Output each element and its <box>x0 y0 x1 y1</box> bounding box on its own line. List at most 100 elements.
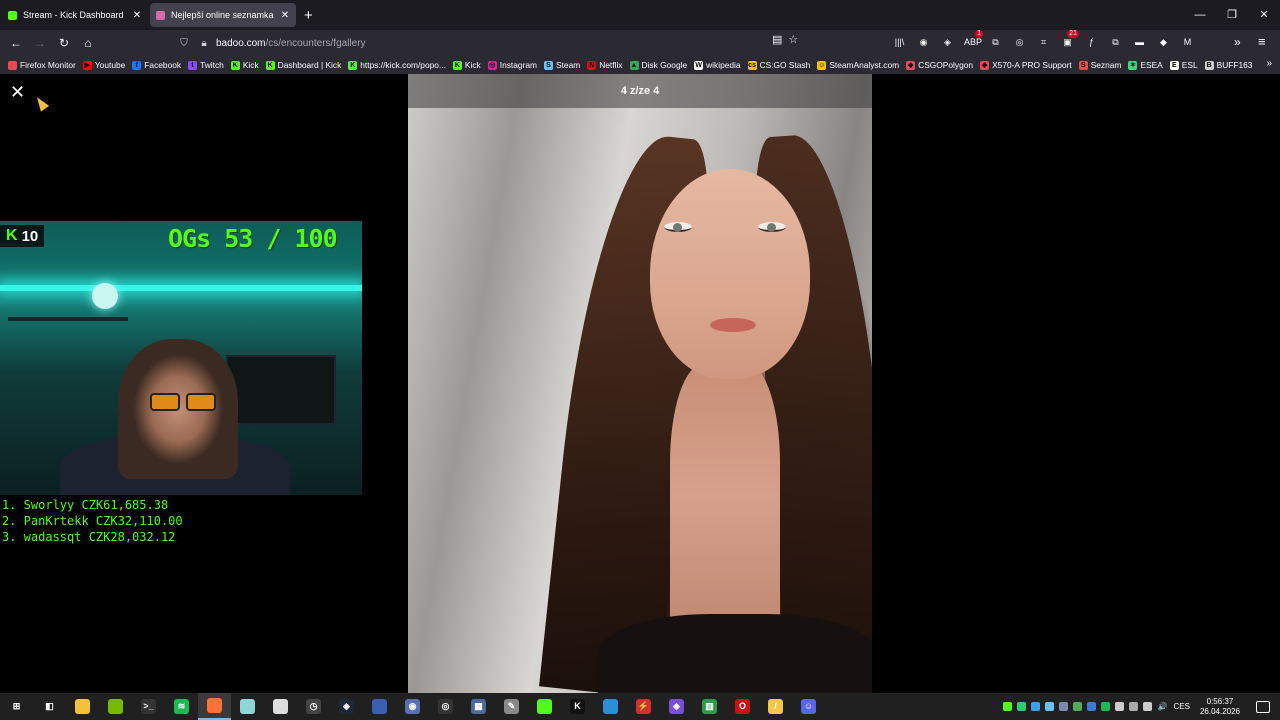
profile-photo[interactable] <box>408 74 872 693</box>
account-icon[interactable]: ◉ <box>916 33 931 51</box>
bookmark-item[interactable]: S Seznam <box>1078 60 1121 70</box>
bookmark-item[interactable]: B BUFF163 <box>1204 60 1252 70</box>
steam-ext-icon[interactable]: ◈ <box>940 33 955 51</box>
puzzle-icon[interactable]: ⌗ <box>1036 33 1051 51</box>
tab-close-icon[interactable]: ✕ <box>132 10 142 21</box>
tray-app-icon[interactable] <box>1002 702 1012 711</box>
steam-icon[interactable]: ◈ <box>330 693 363 720</box>
bookmark-item[interactable]: ◎ Instagram <box>487 60 537 70</box>
clock[interactable]: 0:56:37 26.04.2026 <box>1200 697 1240 717</box>
terminal-icon[interactable]: >_ <box>132 693 165 720</box>
file-explorer-icon[interactable] <box>66 693 99 720</box>
tray-app-icon[interactable] <box>1114 702 1124 711</box>
tab-badoo[interactable]: Nejlepší online seznamka zdarma ✕ <box>150 3 296 27</box>
tab-kick-dashboard[interactable]: Stream - Kick Dashboard ✕ <box>2 3 148 27</box>
bookmark-label: Kick <box>464 60 481 70</box>
language-indicator[interactable]: CES <box>1174 702 1190 711</box>
url-bar[interactable]: ⛉ 🔒︎ badoo.com/cs/encounters/fgallery <box>176 33 816 53</box>
tray-app-icon[interactable] <box>1128 702 1138 711</box>
forward-button[interactable]: → <box>28 36 52 50</box>
reader-view-icon[interactable]: ▤ <box>772 33 782 46</box>
kick-green-icon[interactable] <box>528 693 561 720</box>
nvidia-icon[interactable] <box>99 693 132 720</box>
ext-icon-2[interactable]: ◎ <box>1012 33 1027 51</box>
bookmark-item[interactable]: f Facebook <box>132 60 181 70</box>
bookmark-item[interactable]: K Dashboard | Kick <box>265 60 341 70</box>
bookmark-item[interactable]: K Kick <box>452 60 481 70</box>
viewer-count-badge: K 10 <box>0 225 45 247</box>
photo-counter: 4 z/ze 4 <box>408 74 872 108</box>
tray-app-icon[interactable] <box>1030 702 1040 711</box>
bookmark-item[interactable]: t Twitch <box>188 60 224 70</box>
tray-app-icon[interactable] <box>1058 702 1068 711</box>
steam-icon-glyph: ◈ <box>339 699 354 714</box>
reload-button[interactable]: ↻ <box>52 36 76 50</box>
app-icon-5[interactable]: ✎ <box>495 693 528 720</box>
notification-icon[interactable] <box>1256 700 1270 713</box>
bookmark-item[interactable]: E ESL <box>1169 60 1198 70</box>
close-gallery-icon[interactable]: ✕ <box>10 82 25 103</box>
new-tab-button[interactable]: + <box>304 7 313 24</box>
bookmark-item[interactable]: K Kick <box>230 60 259 70</box>
app-icon-2[interactable] <box>264 693 297 720</box>
volume-icon[interactable]: 🔊 <box>1158 702 1168 711</box>
tray-app-icon[interactable] <box>1100 702 1110 711</box>
ext-icon-3[interactable]: ▣ 21 <box>1060 30 1079 51</box>
app-icon-9[interactable]: ▥ <box>693 693 726 720</box>
tray-app-icon[interactable] <box>1086 702 1096 711</box>
close-window-button[interactable]: ✕ <box>1248 0 1280 30</box>
bookmark-item[interactable]: cs CS:GO Stash <box>747 60 810 70</box>
ext-icon-4[interactable]: ƒ <box>1084 33 1099 51</box>
bookmark-item[interactable]: N Netflix <box>587 60 623 70</box>
bookmark-item[interactable]: Wwikipedia <box>694 60 741 70</box>
app-icon-3[interactable] <box>363 693 396 720</box>
shield-icon[interactable]: ⛉ <box>176 38 192 49</box>
app-icon-10[interactable]: / <box>759 693 792 720</box>
app-icon-8[interactable]: ◈ <box>660 693 693 720</box>
bookmark-item[interactable]: ▲ Disk Google <box>629 60 687 70</box>
widgets-icon[interactable]: ◧ <box>33 693 66 720</box>
minimize-button[interactable]: — <box>1184 0 1216 30</box>
bookmark-item[interactable]: Khttps://kick.com/popo... <box>348 60 446 70</box>
spotify-icon[interactable]: ≋ <box>165 693 198 720</box>
bookmark-item[interactable]: ☺ SteamAnalyst.com <box>817 60 899 70</box>
bookmark-item[interactable]: ▶ Youtube <box>82 60 125 70</box>
bookmark-star-icon[interactable]: ☆ <box>788 33 798 46</box>
bookmarks-overflow-icon[interactable]: » <box>1266 58 1272 69</box>
ext-icon-5[interactable]: ⧉ <box>1108 33 1123 51</box>
restore-button[interactable]: ❐ <box>1216 0 1248 30</box>
firefox-icon[interactable] <box>198 693 231 720</box>
ext-icon-6[interactable]: ▬ <box>1132 33 1147 51</box>
clock-app-icon[interactable]: ◷ <box>297 693 330 720</box>
tab-close-icon[interactable]: ✕ <box>280 10 290 21</box>
calculator-icon[interactable]: ▦ <box>462 693 495 720</box>
menu-icon[interactable]: ≡ <box>1258 34 1266 49</box>
kick-icon[interactable]: K <box>561 693 594 720</box>
back-button[interactable]: ← <box>4 36 28 50</box>
app-icon-4[interactable]: ◉ <box>396 693 429 720</box>
lock-icon[interactable]: 🔒︎ <box>196 38 212 49</box>
tray-app-icon[interactable] <box>1072 702 1082 711</box>
more-tools-icon[interactable]: » <box>1234 35 1241 49</box>
ext-icon-1[interactable]: ⧉ <box>988 33 1003 51</box>
tray-app-icon[interactable] <box>1044 702 1054 711</box>
opera-icon[interactable]: O <box>726 693 759 720</box>
ext-icon-8[interactable]: M <box>1180 33 1195 51</box>
bookmark-item[interactable]: ◈ X570-A PRO Support <box>980 60 1072 70</box>
app-icon-7[interactable]: ⚡ <box>627 693 660 720</box>
app-icon-6[interactable] <box>594 693 627 720</box>
discord-icon[interactable]: ☺ <box>792 693 825 720</box>
obs-icon[interactable]: ◎ <box>429 693 462 720</box>
tray-app-icon[interactable] <box>1142 702 1152 711</box>
ext-icon-7[interactable]: ◆ <box>1156 33 1171 51</box>
home-button[interactable]: ⌂ <box>76 36 100 50</box>
bookmark-item[interactable]: S Steam <box>544 60 580 70</box>
bookmark-item[interactable]: Firefox Monitor <box>8 60 76 70</box>
adblock-icon[interactable]: ABP 1 <box>964 30 983 51</box>
bookmark-item[interactable]: ◆ CSGOPolygon <box>906 60 973 70</box>
tray-app-icon[interactable] <box>1016 702 1026 711</box>
library-icon[interactable]: |||\ <box>892 33 907 51</box>
bookmark-item[interactable]: ✶ ESEA <box>1128 60 1163 70</box>
start-button-icon[interactable]: ⊞ <box>0 693 33 720</box>
app-icon-1[interactable] <box>231 693 264 720</box>
